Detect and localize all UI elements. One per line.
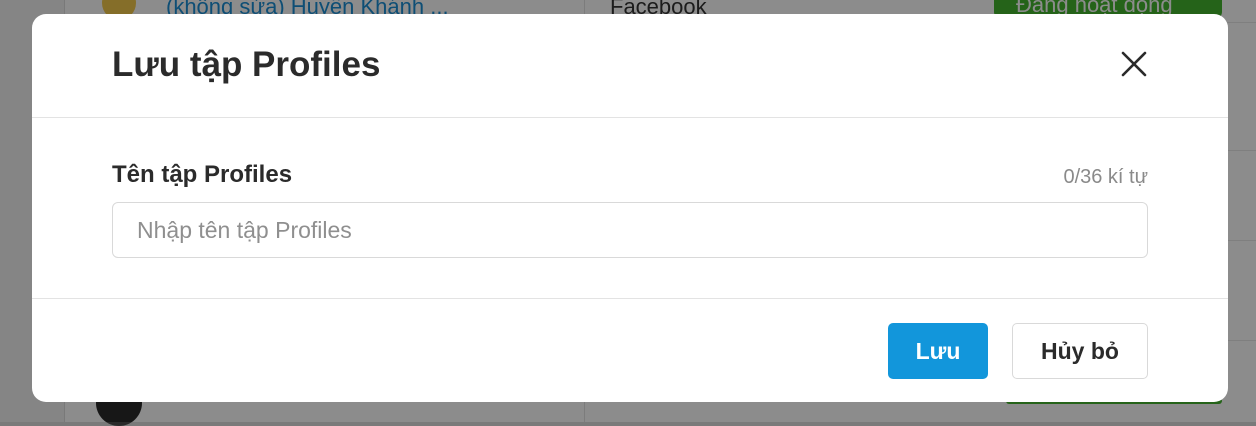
dialog-header: Lưu tập Profiles xyxy=(32,14,1228,118)
profile-set-name-label: Tên tập Profiles xyxy=(112,161,293,188)
dialog-title: Lưu tập Profiles xyxy=(112,45,381,84)
profile-set-name-input[interactable] xyxy=(112,202,1148,258)
save-button[interactable]: Lưu xyxy=(888,323,988,379)
save-profiles-dialog: Lưu tập Profiles Tên tập Profiles 0/36 k… xyxy=(32,14,1228,402)
close-icon xyxy=(1121,51,1147,77)
close-button[interactable] xyxy=(1116,46,1152,82)
dialog-footer: Lưu Hủy bỏ xyxy=(32,298,1228,402)
cancel-button[interactable]: Hủy bỏ xyxy=(1012,323,1148,379)
character-counter: 0/36 kí tự xyxy=(1063,166,1148,188)
